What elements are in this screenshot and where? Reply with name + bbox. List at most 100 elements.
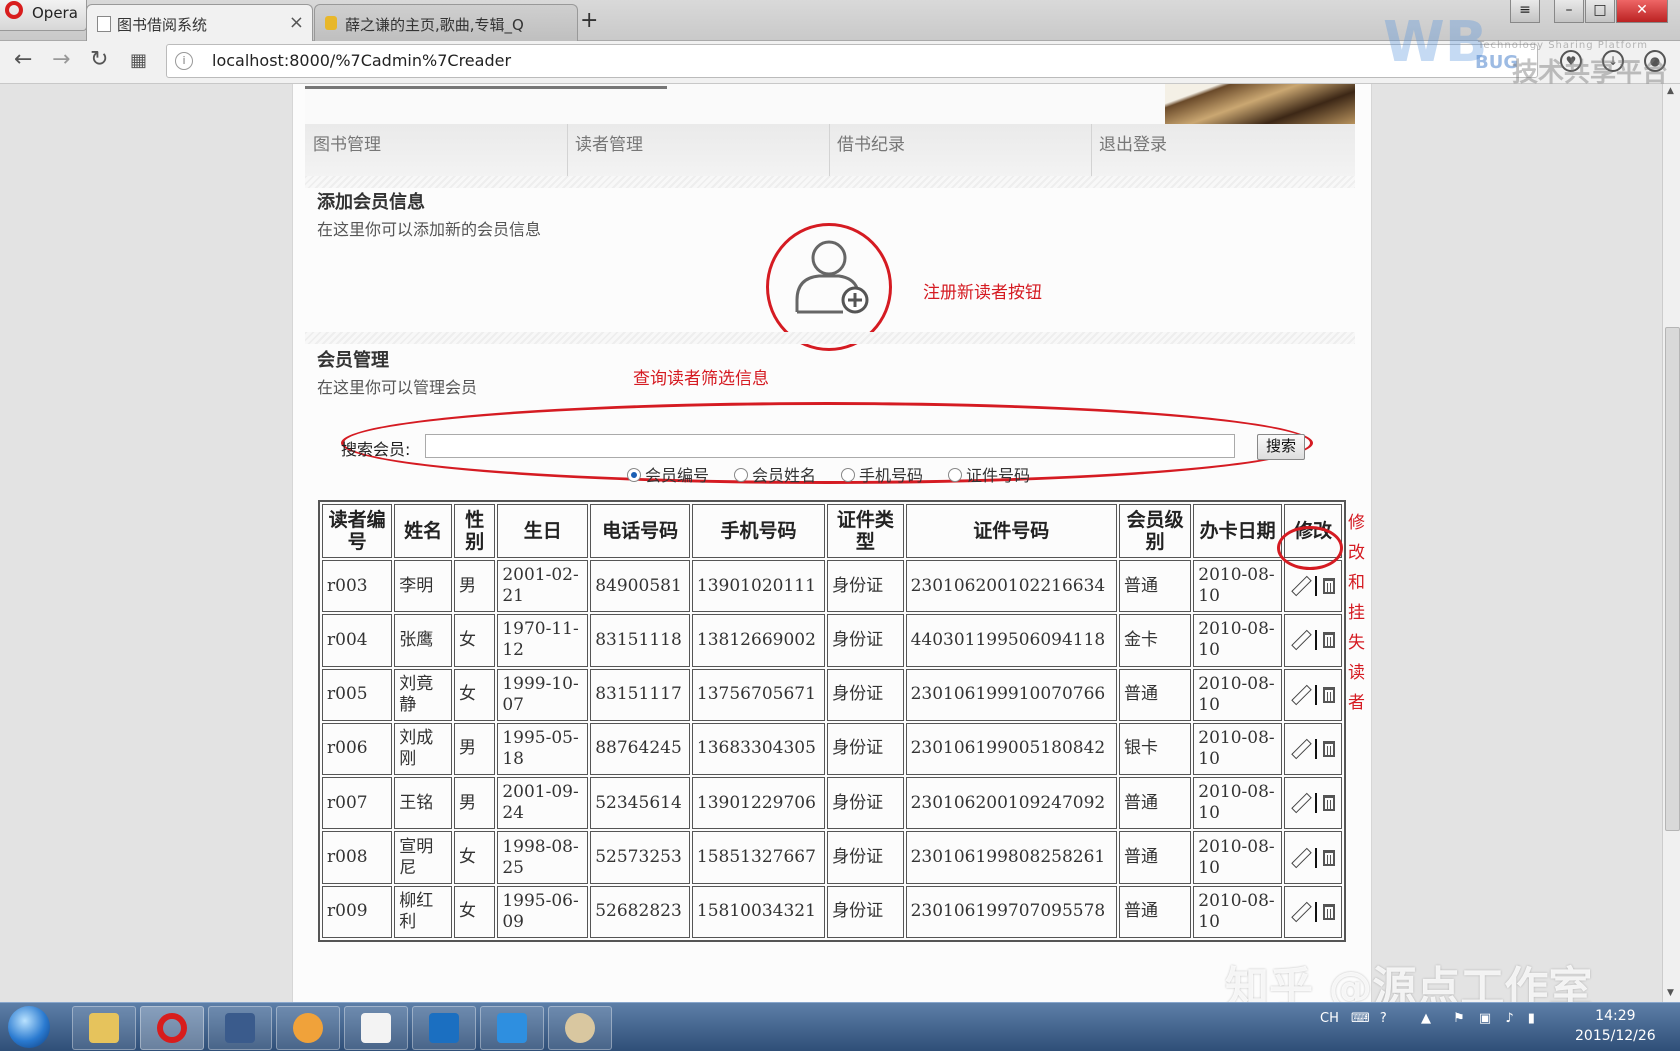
delete-icon[interactable]: [1323, 686, 1336, 703]
tab-title: 薛之谦的主页,歌曲,专辑_Q: [345, 16, 524, 34]
cell-actions: [1284, 614, 1342, 667]
taskbar-paint[interactable]: [548, 1006, 612, 1050]
cell-reader-id: r008: [322, 831, 393, 884]
edit-icon[interactable]: [1291, 794, 1309, 812]
cell-level: 普通: [1118, 560, 1192, 613]
radio-member-name[interactable]: 会员姓名: [734, 462, 816, 486]
help-icon[interactable]: ?: [1380, 1011, 1387, 1026]
header-banner: [305, 84, 1355, 124]
folder-icon: [89, 1013, 119, 1043]
nav-book-management[interactable]: 图书管理: [305, 124, 568, 176]
edit-icon[interactable]: [1291, 577, 1309, 595]
keyboard-icon[interactable]: ⌨: [1351, 1011, 1370, 1026]
site-info-icon[interactable]: i: [175, 52, 193, 70]
taskbar-python-shell[interactable]: [208, 1006, 272, 1050]
delete-icon[interactable]: [1323, 740, 1336, 757]
tab-list-icon[interactable]: ≡: [1510, 0, 1540, 23]
nav-reader-management[interactable]: 读者管理: [567, 124, 830, 176]
table-row: r008 宣明尼女 1998-08-25 52573253 15851327667 身份证…: [322, 831, 1342, 884]
flag-icon[interactable]: ⚑: [1453, 1011, 1465, 1026]
language-indicator[interactable]: CH: [1320, 1011, 1339, 1026]
reload-icon[interactable]: ↻: [90, 47, 108, 72]
tab-library-system[interactable]: 图书借阅系统 ×: [86, 4, 313, 41]
radio-icon: [841, 468, 855, 482]
maximize-button[interactable]: □: [1585, 0, 1615, 23]
delete-icon[interactable]: [1323, 632, 1336, 649]
edit-icon[interactable]: [1291, 903, 1309, 921]
cell-mobile: 13901020111: [691, 560, 826, 613]
network-icon[interactable]: ▣: [1479, 1011, 1491, 1026]
cell-id-number: 440301199506094118: [905, 614, 1117, 667]
forward-icon[interactable]: →: [52, 47, 70, 72]
cell-id-number: 230106199808258261: [905, 831, 1117, 884]
start-button[interactable]: [8, 1006, 50, 1048]
taskbar-eclipse[interactable]: [276, 1006, 340, 1050]
query-annotation: 查询读者筛选信息: [633, 369, 769, 389]
action-separator: [1315, 901, 1318, 922]
delete-icon[interactable]: [1323, 903, 1336, 920]
python-file-icon: [361, 1013, 391, 1043]
page-scrollbar[interactable]: ▲ ▼: [1662, 84, 1680, 1002]
close-window-button[interactable]: ✕: [1616, 0, 1668, 23]
tray-expand-icon[interactable]: ▲: [1421, 1011, 1431, 1026]
speed-dial-icon[interactable]: ▦: [130, 50, 147, 71]
search-input[interactable]: [425, 434, 1235, 458]
modify-highlight-ring: [1277, 526, 1343, 570]
address-url[interactable]: localhost:8000/%7Cadmin%7Creader: [212, 51, 511, 70]
system-tray: CH ⌨ ? ▲ ⚑ ▣ ♪ ▮: [1320, 1011, 1535, 1026]
back-icon[interactable]: ←: [14, 47, 32, 72]
radio-icon: [734, 468, 748, 482]
cell-birthday: 1995-06-09: [497, 885, 589, 938]
radio-mobile[interactable]: 手机号码: [841, 462, 923, 486]
scroll-down-icon[interactable]: ▼: [1667, 988, 1674, 998]
radio-label: 会员编号: [645, 466, 710, 485]
battery-icon[interactable]: ▮: [1528, 1011, 1535, 1026]
opera-menu-button[interactable]: Opera: [0, 0, 87, 31]
radio-selected-icon: [627, 468, 641, 482]
cell-birthday: 1998-08-25: [497, 831, 589, 884]
radio-member-id[interactable]: 会员编号: [627, 462, 709, 486]
taskbar-clock[interactable]: 14:29 2015/12/26: [1575, 1006, 1656, 1046]
cell-card-date: 2010-08-10: [1193, 885, 1283, 938]
taskbar-vscode[interactable]: [412, 1006, 476, 1050]
minimize-button[interactable]: –: [1554, 0, 1584, 23]
cell-phone: 83151117: [590, 668, 690, 721]
member-table: 读者编号 姓名 性别 生日 电话号码 手机号码 证件类型 证件号码 会员级别 办…: [318, 500, 1346, 942]
cell-reader-id: r006: [322, 722, 393, 776]
col-birthday: 生日: [497, 504, 589, 558]
nav-logout[interactable]: 退出登录: [1091, 124, 1353, 176]
cell-gender: 女: [454, 885, 496, 938]
taskbar-explorer[interactable]: [72, 1006, 136, 1050]
edit-icon[interactable]: [1291, 740, 1309, 758]
address-bar[interactable]: i localhost:8000/%7Cadmin%7Creader: [166, 44, 1538, 78]
music-site-icon: [325, 16, 337, 30]
nav-label: 借书纪录: [837, 135, 905, 155]
cell-gender: 女: [454, 668, 496, 721]
close-tab-icon[interactable]: ×: [289, 12, 304, 33]
nav-borrow-records[interactable]: 借书纪录: [829, 124, 1092, 176]
scroll-up-icon[interactable]: ▲: [1667, 86, 1674, 96]
radio-id-number[interactable]: 证件号码: [948, 462, 1030, 486]
modify-annotation-line: 挂失读: [1348, 603, 1365, 683]
delete-icon[interactable]: [1323, 795, 1336, 812]
new-tab-button[interactable]: +: [580, 8, 598, 33]
taskbar-opera[interactable]: [140, 1006, 204, 1050]
taskbar-wb[interactable]: [480, 1006, 544, 1050]
manage-section-desc: 在这里你可以管理会员: [317, 378, 478, 397]
cell-id-type: 身份证: [827, 831, 904, 884]
volume-icon[interactable]: ♪: [1505, 1011, 1513, 1026]
clock-date: 2015/12/26: [1575, 1028, 1656, 1044]
edit-icon[interactable]: [1291, 849, 1309, 867]
tab-music-page[interactable]: 薛之谦的主页,歌曲,专辑_Q: [314, 4, 578, 41]
search-button[interactable]: 搜索: [1257, 434, 1305, 460]
nav-label: 读者管理: [575, 135, 643, 155]
cell-level: 普通: [1118, 885, 1192, 938]
scroll-thumb[interactable]: [1665, 327, 1680, 831]
banner-image: [1165, 84, 1355, 124]
taskbar-python-file[interactable]: [344, 1006, 408, 1050]
edit-icon[interactable]: [1291, 686, 1309, 704]
vscode-icon: [429, 1013, 459, 1043]
edit-icon[interactable]: [1291, 631, 1309, 649]
delete-icon[interactable]: [1323, 849, 1336, 866]
delete-icon[interactable]: [1323, 578, 1336, 595]
